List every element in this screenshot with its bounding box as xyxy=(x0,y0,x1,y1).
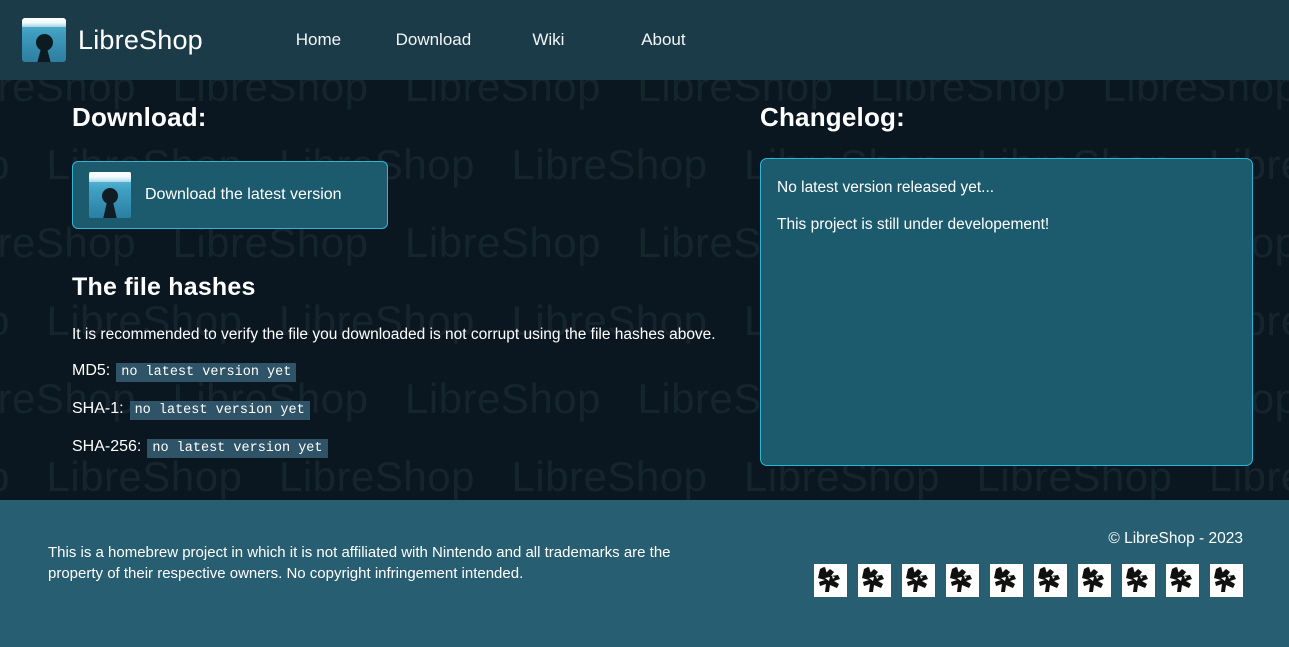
hash-label-md5: MD5: xyxy=(72,362,111,379)
broken-image-placeholder-icon[interactable] xyxy=(902,564,935,597)
broken-image-placeholder-icon[interactable] xyxy=(1034,564,1067,597)
download-column: Download: Download the latest version Th… xyxy=(0,80,760,500)
hash-row-sha256: SHA-256: no latest version yet xyxy=(72,438,760,458)
hash-value-md5: no latest version yet xyxy=(116,363,297,382)
changelog-heading: Changelog: xyxy=(760,102,905,132)
nav-item-wiki[interactable]: Wiki xyxy=(491,24,606,56)
site-header: LibreShop Home Download Wiki About xyxy=(0,0,1289,80)
footer-right: © LibreShop - 2023 xyxy=(780,500,1289,647)
broken-image-placeholder-icon[interactable] xyxy=(990,564,1023,597)
download-latest-version-button[interactable]: Download the latest version xyxy=(72,161,388,229)
hash-row-sha1: SHA-1: no latest version yet xyxy=(72,400,760,420)
nav-item-home[interactable]: Home xyxy=(261,24,376,56)
broken-image-placeholder-icon[interactable] xyxy=(1166,564,1199,597)
hash-row-md5: MD5: no latest version yet xyxy=(72,362,760,382)
brand-name: LibreShop xyxy=(78,24,203,55)
broken-image-placeholder-icon[interactable] xyxy=(814,564,847,597)
footer-copyright: © LibreShop - 2023 xyxy=(1108,530,1243,547)
main-content: Download: Download the latest version Th… xyxy=(0,80,1289,500)
changelog-panel: No latest version released yet... This p… xyxy=(760,158,1253,466)
changelog-column: Changelog: No latest version released ye… xyxy=(760,80,1289,500)
nav-item-about[interactable]: About xyxy=(606,24,721,56)
hash-label-sha256: SHA-256: xyxy=(72,438,142,455)
footer-left: This is a homebrew project in which it i… xyxy=(0,500,780,647)
hash-value-sha1: no latest version yet xyxy=(129,401,310,420)
hash-label-sha1: SHA-1: xyxy=(72,400,124,417)
footer-disclaimer: This is a homebrew project in which it i… xyxy=(48,544,671,583)
broken-image-placeholder-icon[interactable] xyxy=(858,564,891,597)
broken-image-placeholder-icon[interactable] xyxy=(1078,564,1111,597)
broken-image-placeholder-icon[interactable] xyxy=(946,564,979,597)
site-footer: This is a homebrew project in which it i… xyxy=(0,500,1289,647)
keyhole-logo-icon xyxy=(89,172,131,218)
changelog-line: No latest version released yet... xyxy=(777,179,995,196)
changelog-line: This project is still under developement… xyxy=(777,215,1050,233)
broken-image-placeholder-icon[interactable] xyxy=(1210,564,1243,597)
social-icons-row xyxy=(780,564,1243,597)
main-nav: Home Download Wiki About xyxy=(261,24,721,56)
file-hashes-heading: The file hashes xyxy=(72,273,256,301)
download-heading: Download: xyxy=(72,102,207,132)
keyhole-logo-icon xyxy=(22,18,66,62)
nav-item-download[interactable]: Download xyxy=(376,24,491,56)
broken-image-placeholder-icon[interactable] xyxy=(1122,564,1155,597)
download-button-label: Download the latest version xyxy=(145,186,342,203)
file-hashes-note: It is recommended to verify the file you… xyxy=(72,326,716,343)
brand-logo-link[interactable]: LibreShop xyxy=(22,18,203,62)
hash-value-sha256: no latest version yet xyxy=(147,439,328,458)
